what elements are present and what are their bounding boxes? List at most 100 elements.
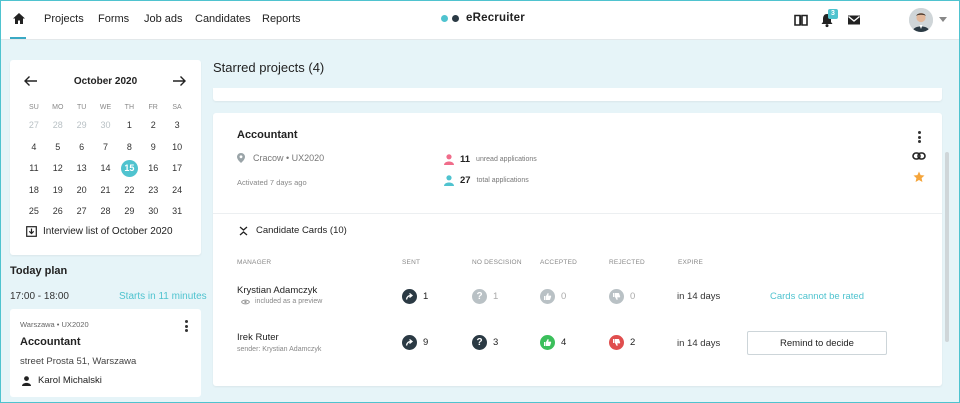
calendar-day[interactable]: 31 (165, 201, 189, 223)
calendar-day[interactable]: 9 (141, 137, 165, 159)
scrollbar[interactable] (945, 152, 949, 342)
link-icon[interactable] (912, 150, 926, 162)
total-applications[interactable]: 27 total applications (444, 175, 529, 186)
unread-applications[interactable]: 11 unread applications (444, 154, 537, 165)
rejected-cell[interactable]: 0 (609, 289, 635, 304)
calendar-day[interactable]: 14 (94, 158, 118, 180)
weekday-label: TU (76, 104, 87, 111)
interview-list-link[interactable]: Interview list of October 2020 (26, 226, 173, 237)
calendar-day[interactable]: 23 (141, 180, 165, 202)
calendar-day[interactable]: 2 (141, 115, 165, 137)
eye-icon (241, 299, 250, 304)
star-icon[interactable] (913, 171, 925, 183)
calendar-day-selected[interactable]: 15 (117, 158, 141, 180)
sent-cell[interactable]: 1 (402, 289, 428, 304)
calendar-day[interactable]: 22 (117, 180, 141, 202)
more-options-icon[interactable] (918, 131, 921, 145)
calendar-day[interactable]: 28 (46, 115, 70, 137)
calendar-day[interactable]: 11 (22, 158, 46, 180)
sent-cell[interactable]: 9 (402, 335, 428, 350)
calendar-day[interactable]: 25 (22, 201, 46, 223)
brand-dot-icon (441, 14, 448, 22)
project-title[interactable]: Accountant (237, 129, 298, 141)
calendar-day[interactable]: 1 (117, 115, 141, 137)
no-decision-cell[interactable]: ? 1 (472, 289, 498, 304)
calendar-day[interactable]: 10 (165, 137, 189, 159)
calendar-day[interactable]: 21 (94, 180, 118, 202)
sent-count: 1 (423, 291, 429, 302)
book-icon[interactable] (793, 12, 809, 28)
calendar-day[interactable]: 4 (22, 137, 46, 159)
project-card: Accountant Cracow • UX2020 Activated 7 d… (213, 113, 942, 386)
chevron-down-icon[interactable] (939, 17, 947, 22)
calendar-day[interactable]: 24 (165, 180, 189, 202)
calendar-day[interactable]: 7 (94, 137, 118, 159)
calendar-day-number: 22 (124, 184, 135, 195)
calendar-day[interactable]: 29 (117, 201, 141, 223)
calendar-day-number: 30 (148, 206, 159, 216)
rejected-cell[interactable]: 2 (609, 335, 635, 350)
calendar-day[interactable]: 17 (165, 158, 189, 180)
calendar-day-number: 25 (28, 206, 39, 216)
no-decision-cell[interactable]: ? 3 (472, 335, 498, 350)
remind-to-decide-button[interactable]: Remind to decide (747, 331, 887, 355)
calendar-day[interactable]: 12 (46, 158, 70, 180)
column-header-sent: SENT (402, 259, 421, 266)
calendar-day-number: 13 (76, 163, 87, 173)
nav-job-ads[interactable]: Job ads (144, 13, 183, 25)
calendar-day[interactable]: 13 (70, 158, 94, 180)
user-photo-icon (909, 8, 933, 32)
calendar-day[interactable]: 18 (22, 180, 46, 202)
no-decision-count: 3 (493, 337, 499, 348)
calendar-day[interactable]: 30 (94, 115, 118, 137)
plan-person-name: Karol Michalski (38, 375, 102, 386)
user-avatar[interactable] (909, 8, 933, 32)
active-nav-indicator (10, 37, 26, 39)
brand-logo[interactable]: eRecruiter (441, 12, 525, 24)
calendar-day-number: 18 (28, 184, 39, 195)
arrow-right-icon[interactable] (172, 75, 186, 87)
calendar-day[interactable]: 16 (141, 158, 165, 180)
calendar-day-number: 28 (100, 206, 111, 216)
calendar-day[interactable]: 3 (165, 115, 189, 137)
calendar-day-number: 21 (100, 184, 111, 195)
accepted-cell[interactable]: 0 (540, 289, 566, 304)
calendar-day-number: 28 (52, 120, 63, 130)
unread-label: unread applications (476, 156, 537, 163)
person-icon (22, 375, 31, 386)
calendar-day[interactable]: 19 (46, 180, 70, 202)
calendar-day[interactable]: 26 (46, 201, 70, 223)
today-plan-card[interactable]: Warszawa • UX2020 Accountant street Pros… (10, 309, 201, 397)
expire-value: in 14 days (677, 338, 721, 349)
calendar-day[interactable]: 6 (70, 137, 94, 159)
nav-reports[interactable]: Reports (262, 13, 301, 25)
candidate-cards-toggle[interactable]: Candidate Cards (10) (239, 225, 347, 236)
calendar-day-number: 5 (55, 141, 61, 152)
manager-subtext-label: included as a preview (255, 298, 323, 305)
home-icon[interactable] (10, 10, 28, 28)
accepted-cell[interactable]: 4 (540, 335, 566, 350)
column-header-expire: EXPIRE (678, 259, 704, 266)
calendar-day[interactable]: 27 (70, 201, 94, 223)
calendar-day-number: 8 (126, 141, 132, 152)
weekday-label: TH (124, 104, 135, 111)
nav-forms[interactable]: Forms (98, 13, 129, 25)
project-location-text: Cracow • UX2020 (253, 153, 325, 163)
plan-meta: Warszawa • UX2020 (20, 320, 89, 329)
more-options-icon[interactable] (185, 320, 188, 334)
mail-icon[interactable] (846, 12, 862, 28)
collapse-icon (239, 226, 248, 235)
share-icon (402, 289, 417, 304)
calendar-day[interactable]: 30 (141, 201, 165, 223)
expire-value: in 14 days (677, 291, 721, 302)
calendar-day-number: 11 (29, 163, 39, 173)
calendar-day[interactable]: 20 (70, 180, 94, 202)
calendar-day[interactable]: 29 (70, 115, 94, 137)
calendar-day[interactable]: 8 (117, 137, 141, 159)
nav-candidates[interactable]: Candidates (195, 13, 251, 25)
calendar-day[interactable]: 28 (94, 201, 118, 223)
nav-projects[interactable]: Projects (44, 13, 84, 25)
person-icon (444, 154, 454, 165)
calendar-day[interactable]: 27 (22, 115, 46, 137)
calendar-day[interactable]: 5 (46, 137, 70, 159)
